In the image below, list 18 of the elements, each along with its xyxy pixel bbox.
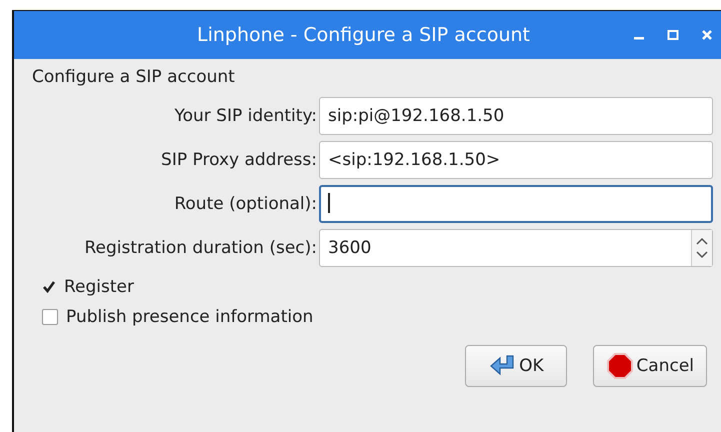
section-heading: Configure a SIP account — [32, 67, 236, 87]
maximize-icon[interactable] — [667, 29, 679, 41]
field-label: Route (optional): — [173, 194, 318, 214]
checkbox[interactable] — [42, 280, 56, 294]
field-label: Registration duration (sec): — [83, 238, 318, 258]
input-field[interactable]: sip:pi@192.168.1.50 — [319, 97, 713, 135]
ok-button[interactable]: OK — [465, 345, 568, 387]
checkbox-label: Publish presence information — [66, 307, 314, 327]
input-field[interactable] — [319, 185, 713, 223]
window-title: Linphone - Configure a SIP account — [196, 24, 531, 46]
cancel-button[interactable]: Cancel — [593, 345, 707, 387]
checkbox[interactable] — [42, 309, 58, 325]
close-icon[interactable] — [701, 29, 713, 41]
input-field[interactable]: <sip:192.168.1.50> — [319, 141, 713, 179]
field-label: Your SIP identity: — [173, 106, 318, 126]
field-label: SIP Proxy address: — [160, 150, 318, 170]
stop-icon — [606, 352, 634, 380]
checkbox-label: Register — [64, 277, 134, 297]
